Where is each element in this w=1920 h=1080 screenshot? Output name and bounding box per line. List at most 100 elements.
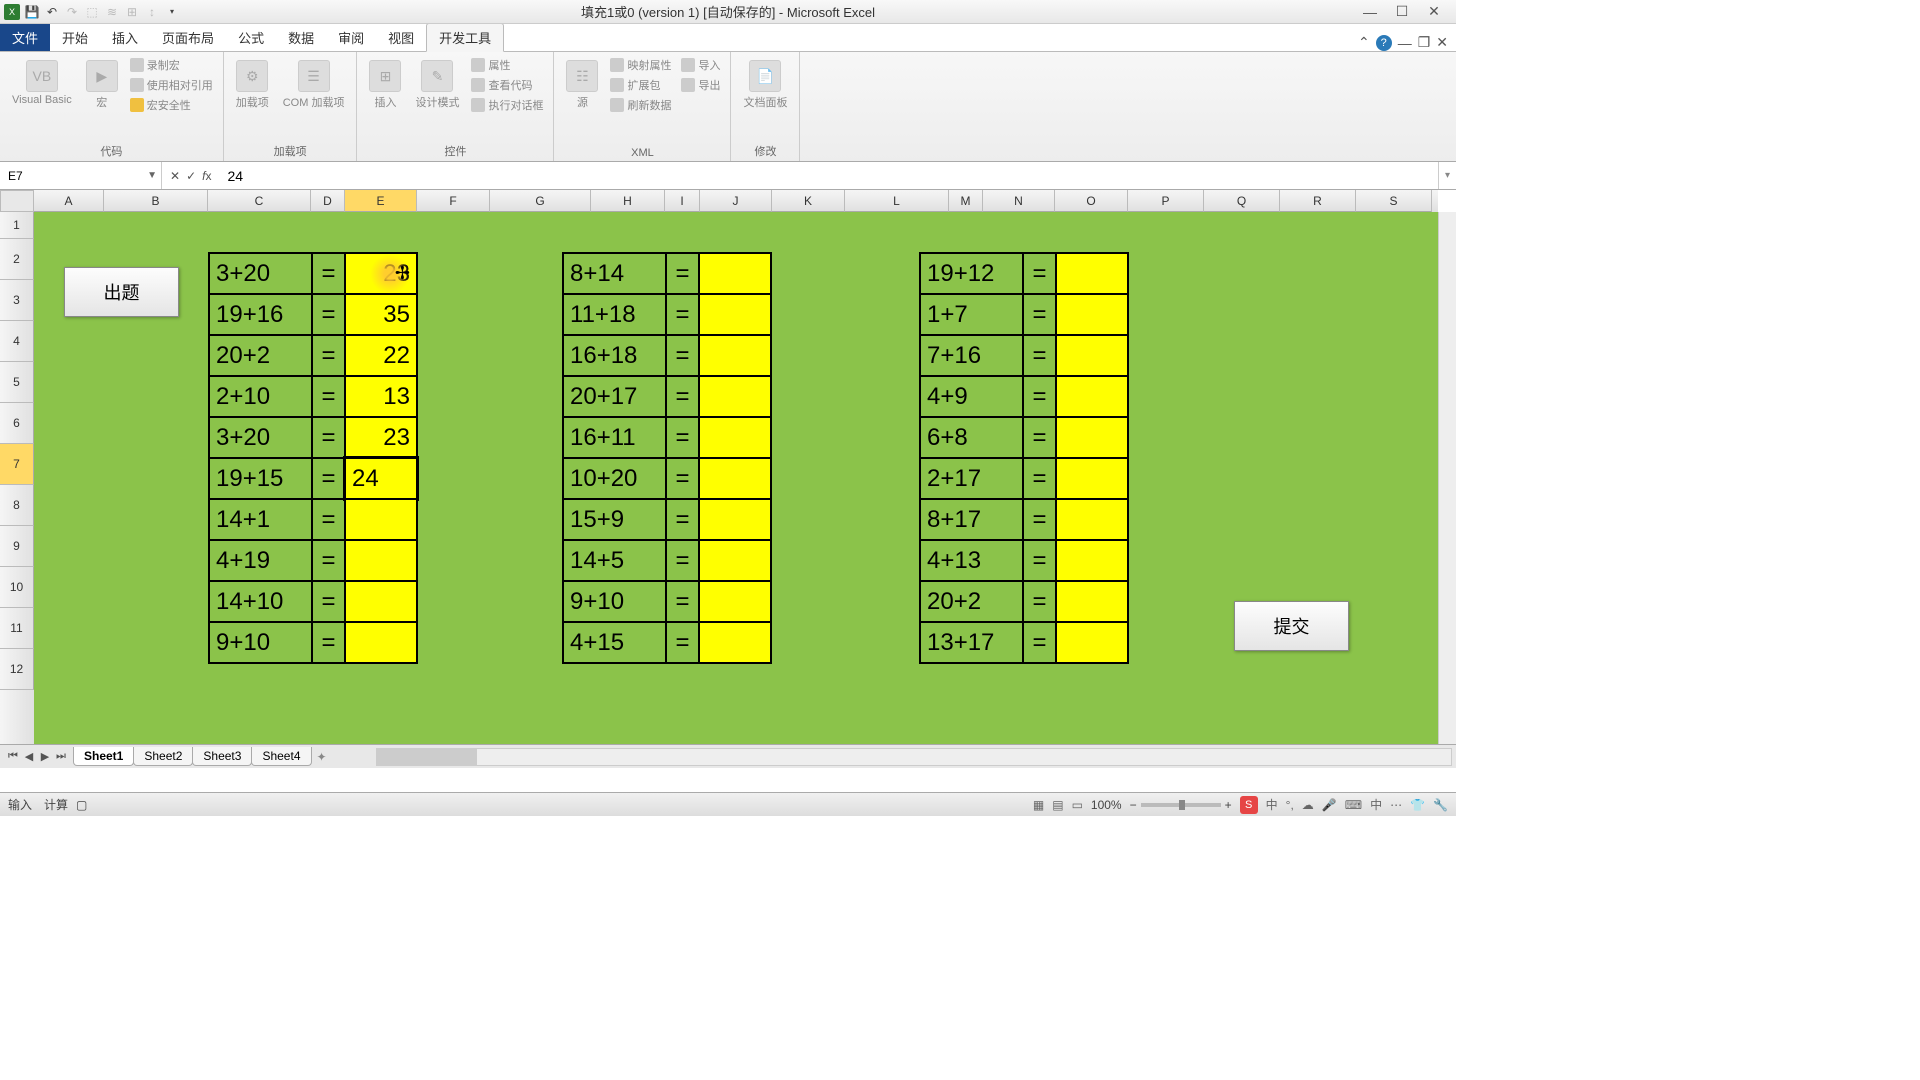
horizontal-scrollbar[interactable] xyxy=(376,748,1453,766)
answer-cell[interactable] xyxy=(699,376,771,417)
answer-cell[interactable] xyxy=(1056,540,1128,581)
relative-ref-button[interactable]: 使用相对引用 xyxy=(128,76,215,94)
minimize-button[interactable]: — xyxy=(1358,3,1382,21)
expression-cell[interactable]: 7+16 xyxy=(920,335,1023,376)
expression-cell[interactable]: 16+11 xyxy=(563,417,666,458)
enter-icon[interactable]: ✓ xyxy=(186,169,196,183)
col-header-H[interactable]: H xyxy=(591,190,665,212)
answer-cell[interactable] xyxy=(699,253,771,294)
name-box-dropdown-icon[interactable]: ▼ xyxy=(147,170,157,181)
col-header-D[interactable]: D xyxy=(311,190,345,212)
select-all-corner[interactable] xyxy=(0,190,34,212)
col-header-O[interactable]: O xyxy=(1055,190,1128,212)
answer-cell[interactable] xyxy=(1056,499,1128,540)
sheet-tab-sheet3[interactable]: Sheet3 xyxy=(192,747,252,766)
design-mode-button[interactable]: ✎设计模式 xyxy=(411,56,463,114)
sheet-tab-sheet1[interactable]: Sheet1 xyxy=(73,747,134,766)
qat-icon-4[interactable]: ↕ xyxy=(144,4,160,20)
formula-input[interactable]: 24 xyxy=(219,162,1438,189)
macro-security-button[interactable]: 宏安全性 xyxy=(128,96,215,114)
col-header-I[interactable]: I xyxy=(665,190,700,212)
sheet-first-icon[interactable]: ⏮ xyxy=(6,750,20,763)
expression-cell[interactable]: 13+17 xyxy=(920,622,1023,663)
window-close-icon[interactable]: ✕ xyxy=(1436,34,1448,51)
row-header-3[interactable]: 3 xyxy=(0,280,34,321)
ime-cloud-icon[interactable]: ☁ xyxy=(1302,798,1314,812)
sogou-ime-icon[interactable]: S xyxy=(1240,796,1258,814)
tab-formula[interactable]: 公式 xyxy=(226,24,276,51)
ime-lang2-icon[interactable]: 中 xyxy=(1370,796,1382,813)
col-header-B[interactable]: B xyxy=(104,190,208,212)
tab-insert[interactable]: 插入 xyxy=(100,24,150,51)
answer-cell[interactable] xyxy=(1056,335,1128,376)
answer-cell[interactable]: 23✢ xyxy=(345,253,417,294)
com-addins-button[interactable]: ☰COM 加载项 xyxy=(279,56,349,114)
vertical-scrollbar[interactable] xyxy=(1438,212,1456,744)
qat-icon-3[interactable]: ⊞ xyxy=(124,4,140,20)
col-header-F[interactable]: F xyxy=(417,190,490,212)
expression-cell[interactable]: 3+20 xyxy=(209,417,312,458)
new-sheet-icon[interactable]: ✦ xyxy=(312,750,332,764)
row-header-7[interactable]: 7 xyxy=(0,444,34,485)
properties-button[interactable]: 属性 xyxy=(469,56,545,74)
answer-cell[interactable] xyxy=(699,294,771,335)
ime-skin-icon[interactable]: 👕 xyxy=(1410,798,1425,812)
answer-cell[interactable] xyxy=(699,458,771,499)
expression-cell[interactable]: 10+20 xyxy=(563,458,666,499)
row-header-5[interactable]: 5 xyxy=(0,362,34,403)
expression-cell[interactable]: 14+1 xyxy=(209,499,312,540)
import-button[interactable]: 导入 xyxy=(679,56,722,74)
answer-cell[interactable]: 24 xyxy=(345,458,417,499)
sheet-prev-icon[interactable]: ◀ xyxy=(22,750,36,763)
tab-data[interactable]: 数据 xyxy=(276,24,326,51)
submit-button[interactable]: 提交 xyxy=(1234,601,1349,651)
row-header-1[interactable]: 1 xyxy=(0,212,34,239)
answer-cell[interactable] xyxy=(345,581,417,622)
answer-cell[interactable] xyxy=(699,540,771,581)
row-header-6[interactable]: 6 xyxy=(0,403,34,444)
expression-cell[interactable]: 2+17 xyxy=(920,458,1023,499)
answer-cell[interactable] xyxy=(699,417,771,458)
expression-cell[interactable]: 2+10 xyxy=(209,376,312,417)
ime-more-icon[interactable]: ⋯ xyxy=(1390,798,1402,812)
generate-button[interactable]: 出题 xyxy=(64,267,179,317)
row-header-10[interactable]: 10 xyxy=(0,567,34,608)
answer-cell[interactable]: 23 xyxy=(345,417,417,458)
answer-cell[interactable] xyxy=(345,622,417,663)
expression-cell[interactable]: 11+18 xyxy=(563,294,666,335)
tab-view[interactable]: 视图 xyxy=(376,24,426,51)
view-code-button[interactable]: 查看代码 xyxy=(469,76,545,94)
zoom-level[interactable]: 100% xyxy=(1091,798,1122,812)
ime-kb-icon[interactable]: ⌨ xyxy=(1345,798,1362,812)
expression-cell[interactable]: 14+10 xyxy=(209,581,312,622)
col-header-A[interactable]: A xyxy=(34,190,104,212)
answer-cell[interactable]: 35 xyxy=(345,294,417,335)
answer-cell[interactable] xyxy=(699,499,771,540)
row-header-9[interactable]: 9 xyxy=(0,526,34,567)
window-restore-icon[interactable]: ❐ xyxy=(1418,34,1431,51)
formula-expand-icon[interactable]: ▾ xyxy=(1438,162,1456,189)
col-header-Q[interactable]: Q xyxy=(1204,190,1280,212)
run-dialog-button[interactable]: 执行对话框 xyxy=(469,96,545,114)
sheet-next-icon[interactable]: ▶ xyxy=(38,750,52,763)
name-box[interactable]: E7 ▼ xyxy=(0,162,162,189)
col-header-C[interactable]: C xyxy=(208,190,311,212)
row-header-2[interactable]: 2 xyxy=(0,239,34,280)
answer-cell[interactable] xyxy=(345,540,417,581)
help-icon[interactable]: ? xyxy=(1376,35,1392,51)
expression-cell[interactable]: 20+2 xyxy=(920,581,1023,622)
answer-cell[interactable]: 13 xyxy=(345,376,417,417)
ime-tool-icon[interactable]: 🔧 xyxy=(1433,798,1448,812)
answer-cell[interactable] xyxy=(699,335,771,376)
col-header-S[interactable]: S xyxy=(1356,190,1432,212)
tab-layout[interactable]: 页面布局 xyxy=(150,24,226,51)
tab-review[interactable]: 审阅 xyxy=(326,24,376,51)
redo-icon[interactable]: ↷ xyxy=(64,4,80,20)
expression-cell[interactable]: 14+5 xyxy=(563,540,666,581)
sheet-tab-sheet2[interactable]: Sheet2 xyxy=(133,747,193,766)
ime-lang-icon[interactable]: 中 xyxy=(1266,796,1278,813)
col-header-E[interactable]: E xyxy=(345,190,417,212)
sheet-last-icon[interactable]: ⏭ xyxy=(54,750,68,763)
ime-mic-icon[interactable]: 🎤 xyxy=(1322,798,1337,812)
col-header-M[interactable]: M xyxy=(949,190,983,212)
